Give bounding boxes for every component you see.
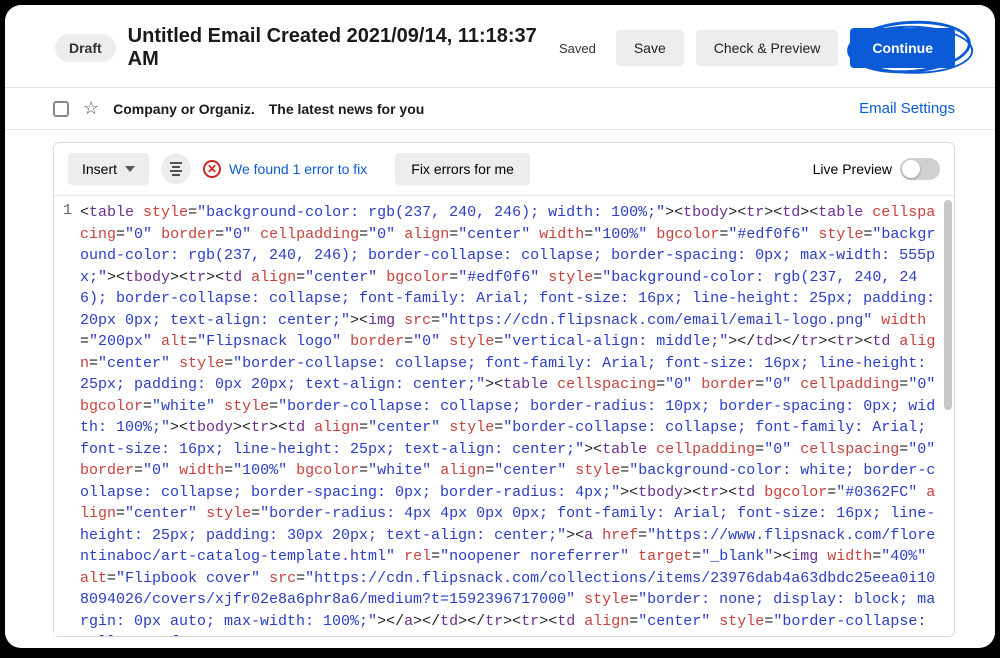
page-title[interactable]: Untitled Email Created 2021/09/14, 11:18… bbox=[128, 25, 547, 71]
app-window: Draft Untitled Email Created 2021/09/14,… bbox=[5, 5, 995, 648]
saved-status: Saved bbox=[559, 41, 596, 56]
scrollbar[interactable] bbox=[944, 196, 954, 636]
sender-name: Company or Organiz. bbox=[113, 101, 255, 117]
code-wrap: 1 <table style="background-color: rgb(23… bbox=[54, 196, 954, 636]
align-icon bbox=[170, 162, 182, 176]
live-preview-toggle[interactable] bbox=[900, 158, 940, 180]
insert-label: Insert bbox=[82, 161, 117, 177]
select-checkbox[interactable] bbox=[53, 101, 69, 117]
scrollbar-thumb[interactable] bbox=[944, 200, 952, 410]
save-button[interactable]: Save bbox=[616, 30, 684, 66]
editor-box: Insert ✕ We found 1 error to fix Fix err… bbox=[53, 142, 955, 637]
error-text: We found 1 error to fix bbox=[229, 161, 367, 177]
star-icon[interactable]: ☆ bbox=[83, 98, 99, 119]
subject-line: The latest news for you bbox=[269, 101, 425, 117]
line-gutter: 1 bbox=[54, 196, 78, 636]
draft-badge: Draft bbox=[55, 34, 116, 62]
insert-button[interactable]: Insert bbox=[68, 153, 149, 185]
code-editor[interactable]: <table style="background-color: rgb(237,… bbox=[78, 196, 944, 636]
header: Draft Untitled Email Created 2021/09/14,… bbox=[5, 5, 995, 88]
editor-area: Insert ✕ We found 1 error to fix Fix err… bbox=[5, 130, 995, 637]
check-preview-button[interactable]: Check & Preview bbox=[696, 30, 839, 66]
toolbar: Insert ✕ We found 1 error to fix Fix err… bbox=[54, 143, 954, 196]
email-settings-link[interactable]: Email Settings bbox=[859, 100, 955, 117]
live-preview-label: Live Preview bbox=[813, 161, 892, 177]
chevron-down-icon bbox=[125, 166, 135, 172]
line-number: 1 bbox=[54, 202, 72, 219]
fix-errors-button[interactable]: Fix errors for me bbox=[395, 153, 530, 185]
align-center-button[interactable] bbox=[161, 154, 191, 184]
subject-row: ☆ Company or Organiz. The latest news fo… bbox=[5, 88, 995, 130]
live-preview-group: Live Preview bbox=[813, 158, 940, 180]
error-icon: ✕ bbox=[203, 160, 221, 178]
continue-button[interactable]: Continue bbox=[850, 28, 955, 68]
error-indicator[interactable]: ✕ We found 1 error to fix bbox=[203, 160, 367, 178]
